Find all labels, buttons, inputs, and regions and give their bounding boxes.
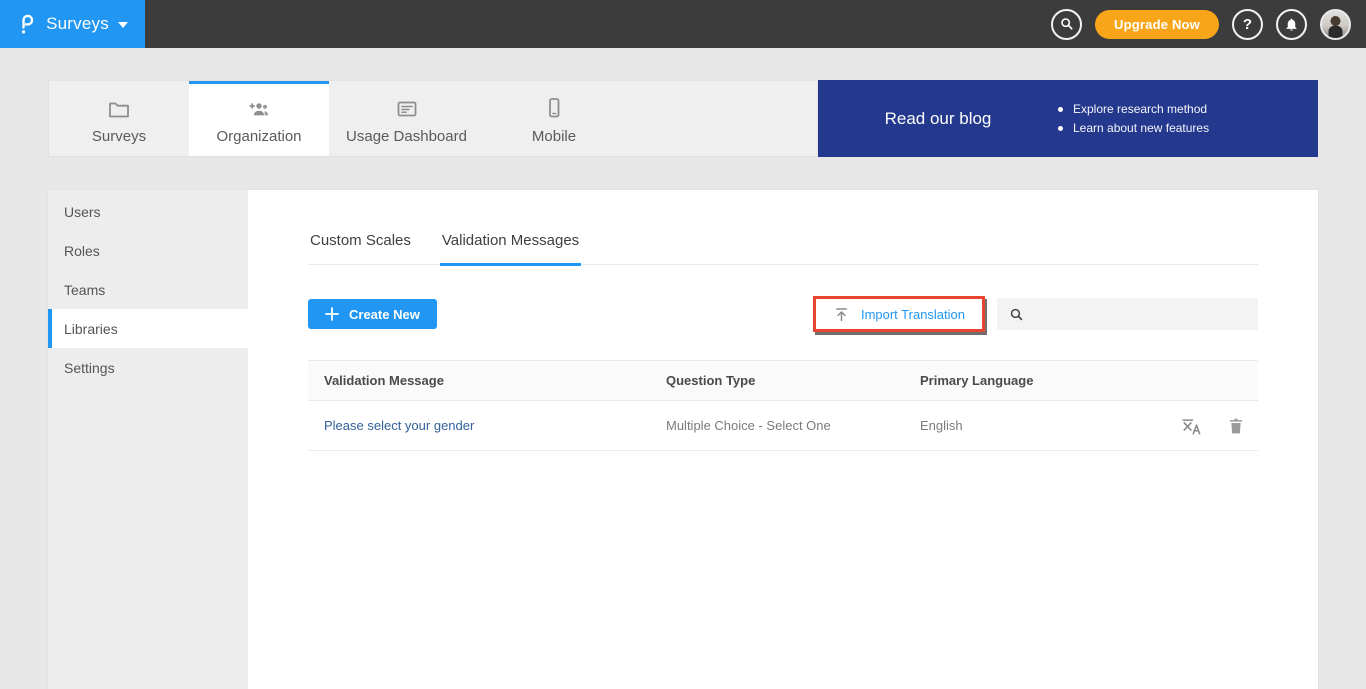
search-input[interactable] (1033, 307, 1258, 322)
tab-label: Surveys (92, 128, 146, 145)
top-bar: Surveys Upgrade Now ? (0, 0, 1366, 48)
tab-surveys[interactable]: Surveys (49, 81, 189, 156)
question-mark-icon: ? (1243, 16, 1252, 33)
settings-sidebar: Users Roles Teams Libraries Settings (48, 190, 248, 689)
blog-banner[interactable]: Read our blog Explore research method Le… (818, 80, 1318, 157)
sidebar-item-users[interactable]: Users (48, 192, 248, 231)
blog-bullet: Explore research method (1058, 102, 1209, 116)
sidebar-item-libraries[interactable]: Libraries (48, 309, 248, 348)
mobile-icon (542, 96, 566, 120)
translate-button[interactable] (1180, 416, 1202, 436)
delete-button[interactable] (1228, 417, 1244, 435)
table-header-row: Validation Message Question Type Primary… (308, 360, 1258, 401)
validation-messages-table: Validation Message Question Type Primary… (308, 360, 1258, 451)
folder-icon (107, 96, 131, 120)
help-button[interactable]: ? (1232, 9, 1263, 40)
toolbar-right: Import Translation (813, 296, 1258, 332)
tab-custom-scales[interactable]: Custom Scales (308, 232, 413, 266)
validation-message-link[interactable]: Please select your gender (324, 418, 474, 433)
search-icon (1008, 306, 1025, 323)
search-icon (1059, 16, 1075, 32)
create-new-label: Create New (349, 307, 420, 322)
search-button[interactable] (1051, 9, 1082, 40)
notifications-button[interactable] (1276, 9, 1307, 40)
question-type-cell: Multiple Choice - Select One (666, 418, 920, 433)
sidebar-item-roles[interactable]: Roles (48, 231, 248, 270)
top-navigation: Surveys Organization (48, 80, 1318, 157)
sidebar-item-settings[interactable]: Settings (48, 348, 248, 387)
upgrade-now-button[interactable]: Upgrade Now (1095, 10, 1219, 39)
product-name: Surveys (46, 14, 109, 34)
module-tabs: Surveys Organization (48, 80, 818, 157)
import-translation-label: Import Translation (861, 307, 965, 322)
questionpro-logo-icon (17, 12, 37, 36)
tab-mobile[interactable]: Mobile (484, 81, 624, 156)
avatar[interactable] (1320, 9, 1351, 40)
group-add-icon (246, 96, 272, 120)
blog-title: Read our blog (818, 109, 1058, 129)
dashboard-icon (395, 96, 419, 120)
column-header-validation-message: Validation Message (308, 373, 666, 388)
annotation-highlight: Import Translation (813, 296, 985, 332)
tab-organization[interactable]: Organization (189, 81, 329, 156)
table-search[interactable] (997, 298, 1258, 330)
toolbar: Create New Import Translation (308, 296, 1258, 332)
main-panel: Users Roles Teams Libraries Settings Cus… (48, 190, 1318, 689)
primary-language-cell: English (920, 418, 963, 433)
translate-icon (1180, 416, 1202, 436)
plus-icon (325, 307, 339, 321)
tab-label: Mobile (532, 128, 576, 145)
blog-bullet-list: Explore research method Learn about new … (1058, 97, 1209, 140)
column-header-question-type: Question Type (666, 373, 920, 388)
column-header-primary-language: Primary Language (920, 373, 1258, 388)
libraries-content: Custom Scales Validation Messages Create… (248, 190, 1318, 689)
product-switcher[interactable]: Surveys (0, 0, 145, 48)
library-tabs: Custom Scales Validation Messages (308, 232, 1258, 265)
tab-label: Usage Dashboard (346, 128, 467, 145)
tab-label: Organization (216, 128, 301, 145)
chevron-down-icon (118, 22, 128, 28)
upload-icon (833, 306, 850, 323)
person-photo-icon (1322, 11, 1349, 38)
create-new-button[interactable]: Create New (308, 299, 437, 329)
tab-usage-dashboard[interactable]: Usage Dashboard (329, 81, 484, 156)
table-row: Please select your gender Multiple Choic… (308, 401, 1258, 451)
tab-validation-messages[interactable]: Validation Messages (440, 232, 581, 266)
row-actions (1180, 416, 1258, 436)
sidebar-item-teams[interactable]: Teams (48, 270, 248, 309)
import-translation-button[interactable]: Import Translation (816, 299, 982, 329)
blog-bullet: Learn about new features (1058, 121, 1209, 135)
trash-icon (1228, 417, 1244, 435)
topbar-actions: Upgrade Now ? (1051, 9, 1366, 40)
page: Surveys Upgrade Now ? (0, 0, 1366, 689)
bell-icon (1284, 17, 1299, 32)
